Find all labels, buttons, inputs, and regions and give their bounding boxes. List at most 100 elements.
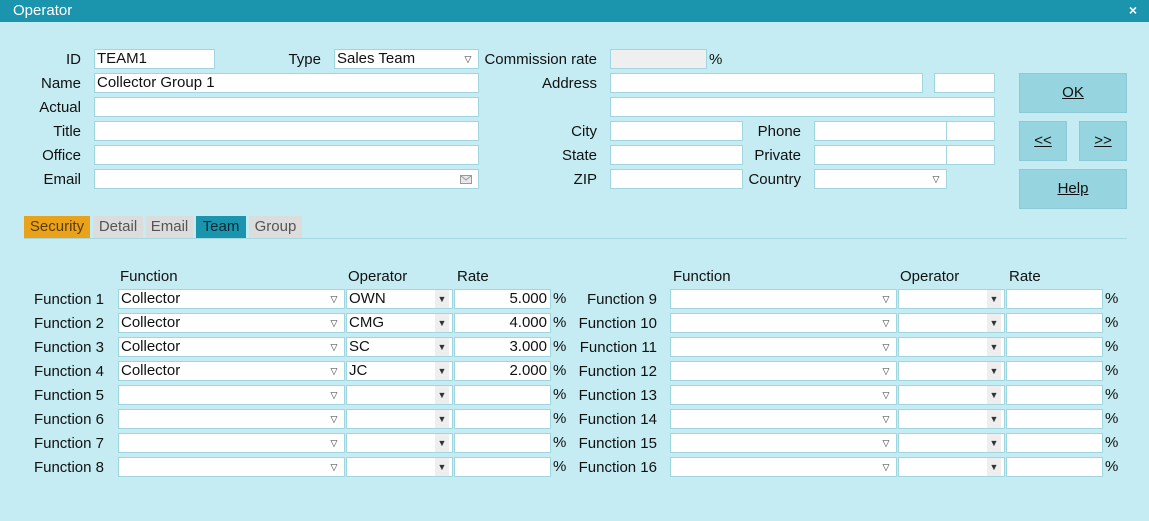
- operator-select-left-1[interactable]: OWN ▼: [346, 289, 453, 309]
- function-select-right-7[interactable]: ▽: [670, 433, 897, 453]
- office-field[interactable]: [94, 145, 479, 165]
- tab-detail[interactable]: Detail: [93, 216, 143, 238]
- dropdown-arrow-icon: ▼: [987, 338, 1001, 356]
- close-icon[interactable]: ×: [1129, 2, 1137, 18]
- address-line2-field[interactable]: [610, 97, 995, 117]
- function-select-left-5[interactable]: ▽: [118, 385, 345, 405]
- rate-field-left-2[interactable]: 4.000: [454, 313, 551, 333]
- tab-email[interactable]: Email: [146, 216, 193, 238]
- rate-field-left-4[interactable]: 2.000: [454, 361, 551, 381]
- phone-field[interactable]: [814, 121, 947, 141]
- operator-value: JC: [349, 362, 368, 379]
- rate-field-right-3[interactable]: [1006, 337, 1103, 357]
- operator-column-header-left: Operator: [348, 268, 408, 285]
- zip-field[interactable]: [610, 169, 743, 189]
- operator-select-right-2[interactable]: ▼: [898, 313, 1005, 333]
- rate-field-left-3[interactable]: 3.000: [454, 337, 551, 357]
- rate-field-right-4[interactable]: [1006, 361, 1103, 381]
- operator-select-left-3[interactable]: SC ▼: [346, 337, 453, 357]
- id-field[interactable]: TEAM1: [94, 49, 215, 69]
- operator-select-left-5[interactable]: ▼: [346, 385, 453, 405]
- actual-label: Actual: [39, 99, 81, 116]
- function-select-left-2[interactable]: Collector ▽: [118, 313, 345, 333]
- dropdown-arrow-icon: ▼: [435, 458, 449, 476]
- function-select-left-3[interactable]: Collector ▽: [118, 337, 345, 357]
- tab-team[interactable]: Team: [196, 216, 246, 238]
- rate-field-right-2[interactable]: [1006, 313, 1103, 333]
- function-select-right-8[interactable]: ▽: [670, 457, 897, 477]
- function-select-left-1[interactable]: Collector ▽: [118, 289, 345, 309]
- function-select-right-2[interactable]: ▽: [670, 313, 897, 333]
- function-select-left-4[interactable]: Collector ▽: [118, 361, 345, 381]
- function-select-left-7[interactable]: ▽: [118, 433, 345, 453]
- dropdown-arrow-icon: ▼: [987, 386, 1001, 404]
- address-extra-field[interactable]: [934, 73, 995, 93]
- rate-field-right-1[interactable]: [1006, 289, 1103, 309]
- dropdown-arrow-icon: ▼: [435, 410, 449, 428]
- envelope-icon[interactable]: [460, 175, 472, 184]
- commission-rate-field[interactable]: [610, 49, 707, 69]
- function-row-label-right-4: Function 12: [578, 363, 657, 380]
- function-select-left-8[interactable]: ▽: [118, 457, 345, 477]
- help-button-label: Help: [1057, 180, 1089, 197]
- operator-select-left-2[interactable]: CMG ▼: [346, 313, 453, 333]
- function-select-right-5[interactable]: ▽: [670, 385, 897, 405]
- function-select-right-4[interactable]: ▽: [670, 361, 897, 381]
- operator-select-right-7[interactable]: ▼: [898, 433, 1005, 453]
- rate-field-right-7[interactable]: [1006, 433, 1103, 453]
- operator-select-right-3[interactable]: ▼: [898, 337, 1005, 357]
- function-select-right-3[interactable]: ▽: [670, 337, 897, 357]
- phone-ext-field[interactable]: [946, 121, 995, 141]
- operator-select-right-8[interactable]: ▼: [898, 457, 1005, 477]
- function-select-right-1[interactable]: ▽: [670, 289, 897, 309]
- function-value: Collector: [121, 362, 181, 379]
- help-button[interactable]: Help: [1019, 169, 1127, 209]
- rate-field-left-6[interactable]: [454, 409, 551, 429]
- private-ext-field[interactable]: [946, 145, 995, 165]
- ok-button[interactable]: OK: [1019, 73, 1127, 113]
- private-phone-field[interactable]: [814, 145, 947, 165]
- function-column-header-right: Function: [673, 268, 731, 285]
- function-row-label-left-4: Function 4: [33, 363, 104, 380]
- type-value: Sales Team: [337, 50, 416, 67]
- rate-field-left-7[interactable]: [454, 433, 551, 453]
- operator-value: CMG: [349, 314, 384, 331]
- operator-select-left-7[interactable]: ▼: [346, 433, 453, 453]
- rate-field-right-8[interactable]: [1006, 457, 1103, 477]
- function-row-label-left-1: Function 1: [33, 291, 104, 308]
- state-field[interactable]: [610, 145, 743, 165]
- city-field[interactable]: [610, 121, 743, 141]
- email-field[interactable]: [94, 169, 479, 189]
- dropdown-arrow-icon: ▼: [435, 338, 449, 356]
- title-field[interactable]: [94, 121, 479, 141]
- rate-field-left-1[interactable]: 5.000: [454, 289, 551, 309]
- rate-field-left-5[interactable]: [454, 385, 551, 405]
- rate-field-left-8[interactable]: [454, 457, 551, 477]
- operator-select-left-6[interactable]: ▼: [346, 409, 453, 429]
- rate-field-right-5[interactable]: [1006, 385, 1103, 405]
- operator-select-left-4[interactable]: JC ▼: [346, 361, 453, 381]
- dropdown-arrow-icon: ▼: [435, 362, 449, 380]
- dropdown-arrow-icon: ▼: [435, 314, 449, 332]
- rate-column-header-right: Rate: [1009, 268, 1041, 285]
- operator-select-right-1[interactable]: ▼: [898, 289, 1005, 309]
- country-select[interactable]: ▽: [814, 169, 947, 189]
- function-select-left-6[interactable]: ▽: [118, 409, 345, 429]
- tab-group[interactable]: Group: [249, 216, 302, 238]
- function-select-right-6[interactable]: ▽: [670, 409, 897, 429]
- operator-select-right-4[interactable]: ▼: [898, 361, 1005, 381]
- address-line1-field[interactable]: [610, 73, 923, 93]
- operator-select-left-8[interactable]: ▼: [346, 457, 453, 477]
- type-select[interactable]: Sales Team ▽: [334, 49, 479, 69]
- operator-select-right-5[interactable]: ▼: [898, 385, 1005, 405]
- operator-select-right-6[interactable]: ▼: [898, 409, 1005, 429]
- rate-field-right-6[interactable]: [1006, 409, 1103, 429]
- name-field[interactable]: Collector Group 1: [94, 73, 479, 93]
- commission-percent: %: [709, 51, 723, 68]
- function-value: Collector: [121, 314, 181, 331]
- rate-percent-right-8: %: [1105, 458, 1119, 475]
- actual-field[interactable]: [94, 97, 479, 117]
- next-button[interactable]: >>: [1079, 121, 1127, 161]
- tab-security[interactable]: Security: [24, 216, 90, 238]
- previous-button[interactable]: <<: [1019, 121, 1067, 161]
